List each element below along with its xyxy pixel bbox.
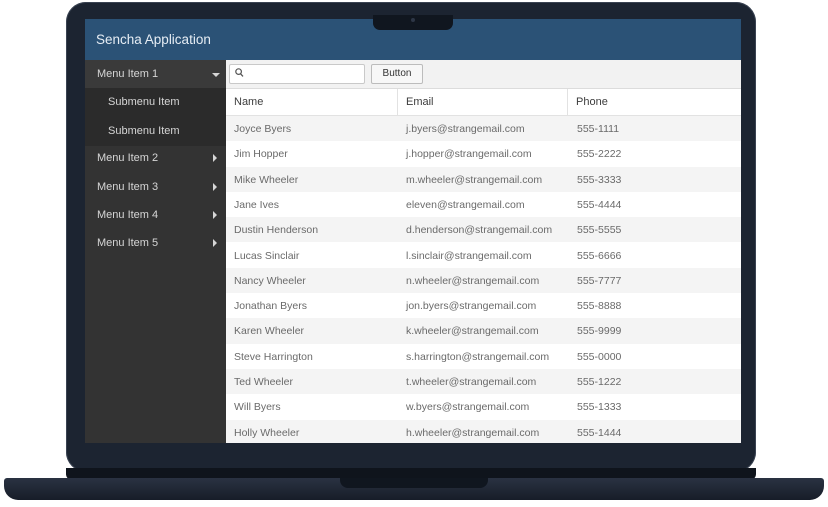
sidebar-item-menu-4[interactable]: Menu Item 4 — [85, 201, 226, 229]
cell-name: Ted Wheeler — [234, 376, 293, 388]
search-box[interactable] — [229, 64, 365, 84]
cell-phone: 555-4444 — [577, 198, 622, 211]
sidebar-menu: Menu Item 1 Submenu Item Submenu Item Me… — [85, 60, 226, 443]
sidebar-subitem-2[interactable]: Submenu Item — [85, 117, 226, 146]
table-row[interactable]: Lucas Sinclair l.sinclair@strangemail.co… — [226, 243, 741, 268]
cell-email: d.henderson@strangemail.com — [406, 224, 553, 237]
sidebar-item-menu-3[interactable]: Menu Item 3 — [85, 173, 226, 201]
table-row[interactable]: Ted Wheeler t.wheeler@strangemail.com 55… — [226, 369, 741, 395]
sidebar-subitem-label: Submenu Item — [108, 125, 180, 137]
table-row[interactable]: Jonathan Byers jon.byers@strangemail.com… — [226, 293, 741, 318]
laptop-opening-groove — [340, 478, 488, 488]
cell-name: Karen Wheeler — [234, 325, 305, 338]
cell-email: t.wheeler@strangemail.com — [406, 376, 537, 388]
chevron-right-icon — [213, 154, 217, 162]
cell-email: m.wheeler@strangemail.com — [406, 173, 543, 186]
cell-name: Holly Wheeler — [234, 426, 300, 439]
cell-email: k.wheeler@strangemail.com — [406, 325, 539, 338]
cell-phone: 555-1333 — [577, 401, 622, 414]
search-icon — [235, 68, 244, 77]
grid-toolbar: Button — [226, 60, 741, 89]
sidebar-item-label: Menu Item 5 — [97, 237, 159, 249]
cell-name: Mike Wheeler — [234, 173, 299, 186]
cell-name: Dustin Henderson — [234, 224, 319, 237]
table-row[interactable]: Joyce Byers j.byers@strangemail.com 555-… — [226, 116, 741, 142]
cell-name: Joyce Byers — [234, 123, 292, 135]
cell-email: eleven@strangemail.com — [406, 198, 525, 211]
cell-name: Steve Harrington — [234, 350, 313, 363]
table-row[interactable]: Will Byers w.byers@strangemail.com 555-1… — [226, 394, 741, 419]
sidebar-item-menu-1[interactable]: Menu Item 1 — [85, 60, 226, 88]
cell-email: w.byers@strangemail.com — [406, 401, 530, 414]
table-row[interactable]: Steve Harrington s.harrington@strangemai… — [226, 344, 741, 369]
camera-icon — [411, 18, 415, 22]
cell-email: n.wheeler@strangemail.com — [406, 274, 540, 287]
cell-phone: 555-8888 — [577, 300, 622, 313]
cell-email: j.hopper@strangemail.com — [406, 148, 532, 161]
sidebar-item-menu-5[interactable]: Menu Item 5 — [85, 229, 226, 257]
grid-body: Joyce Byers j.byers@strangemail.com 555-… — [226, 116, 741, 443]
cell-phone: 555-1444 — [577, 426, 622, 439]
app-screen: Sencha Application Menu Item 1 Submenu I… — [85, 19, 741, 443]
table-row[interactable]: Karen Wheeler k.wheeler@strangemail.com … — [226, 318, 741, 344]
cell-name: Nancy Wheeler — [234, 274, 306, 287]
sidebar-item-label: Menu Item 3 — [97, 181, 159, 193]
cell-phone: 555-5555 — [577, 224, 622, 237]
cell-phone: 555-7777 — [577, 274, 622, 287]
table-row[interactable]: Jane Ives eleven@strangemail.com 555-444… — [226, 192, 741, 217]
cell-phone: 555-0000 — [577, 350, 622, 363]
chevron-right-icon — [213, 183, 217, 191]
cell-name: Lucas Sinclair — [234, 249, 300, 262]
toolbar-button[interactable]: Button — [371, 64, 423, 84]
sidebar-item-label: Menu Item 4 — [97, 209, 159, 221]
app-title: Sencha Application — [96, 32, 211, 47]
cell-phone: 555-2222 — [577, 148, 622, 161]
chevron-right-icon — [213, 211, 217, 219]
table-row[interactable]: Jim Hopper j.hopper@strangemail.com 555-… — [226, 141, 741, 166]
grid-header: Name Email Phone — [226, 89, 741, 116]
cell-name: Jane Ives — [234, 198, 279, 211]
table-row[interactable]: Dustin Henderson d.henderson@strangemail… — [226, 217, 741, 243]
cell-phone: 555-1111 — [577, 123, 620, 135]
search-input[interactable] — [248, 66, 362, 82]
cell-phone: 555-9999 — [577, 325, 622, 338]
cell-phone: 555-6666 — [577, 249, 622, 262]
column-header-phone[interactable]: Phone — [568, 89, 741, 115]
cell-name: Jonathan Byers — [234, 300, 307, 313]
camera-notch — [373, 15, 453, 30]
column-header-email[interactable]: Email — [398, 89, 568, 115]
sidebar-subitem-1[interactable]: Submenu Item — [85, 88, 226, 117]
cell-email: h.wheeler@strangemail.com — [406, 426, 540, 439]
chevron-right-icon — [213, 239, 217, 247]
cell-email: j.byers@strangemail.com — [406, 123, 525, 135]
chevron-down-icon — [212, 73, 220, 77]
sidebar-item-menu-2[interactable]: Menu Item 2 — [85, 144, 226, 172]
sidebar-subitem-label: Submenu Item — [108, 96, 180, 108]
cell-email: l.sinclair@strangemail.com — [406, 249, 532, 262]
table-row[interactable]: Holly Wheeler h.wheeler@strangemail.com … — [226, 419, 741, 443]
cell-name: Will Byers — [234, 401, 281, 414]
cell-email: s.harrington@strangemail.com — [406, 350, 550, 363]
table-row[interactable]: Nancy Wheeler n.wheeler@strangemail.com … — [226, 267, 741, 294]
cell-phone: 555-3333 — [577, 173, 622, 186]
cell-phone: 555-1222 — [577, 376, 622, 388]
cell-email: jon.byers@strangemail.com — [406, 300, 537, 313]
table-row[interactable]: Mike Wheeler m.wheeler@strangemail.com 5… — [226, 166, 741, 192]
column-header-name[interactable]: Name — [226, 89, 398, 115]
sidebar-item-label: Menu Item 1 — [97, 68, 159, 80]
sidebar-item-label: Menu Item 2 — [97, 152, 159, 164]
cell-name: Jim Hopper — [234, 148, 288, 161]
